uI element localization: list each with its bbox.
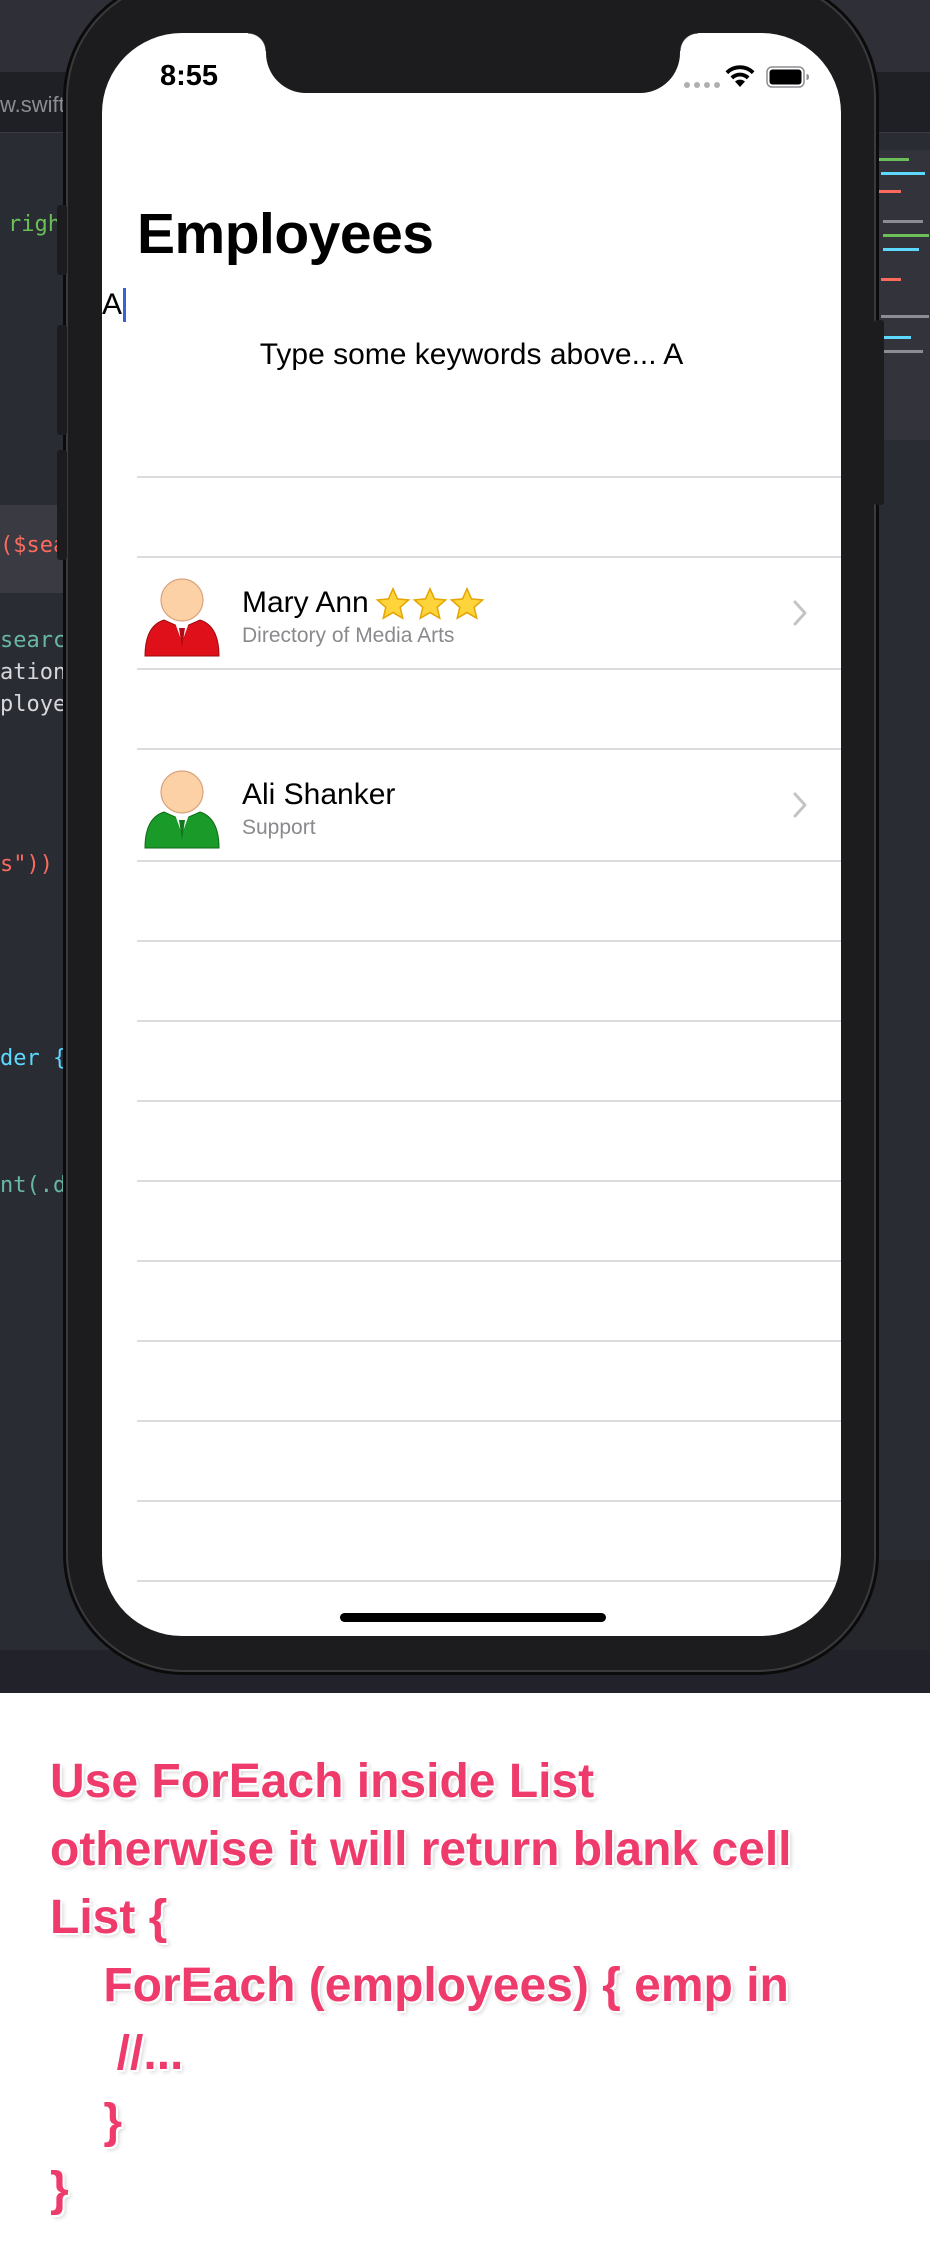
- wifi-icon: [725, 65, 755, 87]
- avatar-icon: [144, 770, 220, 849]
- search-hint: Type some keywords above... A: [259, 338, 684, 371]
- list-separator: [137, 668, 841, 670]
- phone-side-button: [874, 320, 884, 505]
- phone-mute-switch: [57, 205, 67, 275]
- search-input[interactable]: A: [102, 283, 127, 327]
- text-caret: [123, 288, 127, 322]
- page-title: Employees: [137, 202, 434, 266]
- list-separator: [137, 1100, 841, 1102]
- caption-line: //...: [50, 2027, 184, 2080]
- list-separator: [137, 860, 841, 862]
- list-separator: [137, 1500, 841, 1502]
- code-fragment: ploye: [0, 692, 67, 717]
- phone-volume-up: [57, 325, 67, 435]
- employee-department: Support: [242, 816, 316, 839]
- caption-line: ForEach (employees) { emp in: [50, 1959, 789, 2012]
- code-fragment: der {: [0, 1046, 67, 1071]
- employee-name: Ali Shanker: [242, 778, 396, 811]
- list-separator: [137, 1020, 841, 1022]
- caption-line: Use ForEach inside List: [50, 1755, 595, 1808]
- employee-row[interactable]: Mary Ann Directory of Media Arts: [137, 559, 841, 669]
- home-indicator[interactable]: [340, 1613, 606, 1622]
- list-separator: [137, 556, 841, 558]
- caption-line: }: [50, 2095, 123, 2148]
- notch: [248, 33, 698, 93]
- employee-department: Directory of Media Arts: [242, 624, 455, 647]
- list-separator: [137, 940, 841, 942]
- list-separator: [137, 476, 841, 478]
- caption-line: List {: [50, 1891, 168, 1944]
- status-time: 8:55: [160, 60, 219, 92]
- caption-line: otherwise it will return blank cell: [50, 1823, 792, 1876]
- phone-screen: 8:55 Employees A Type some keywords abov…: [102, 33, 841, 1636]
- employee-name: Mary Ann: [242, 586, 486, 622]
- signal-icon: [684, 82, 720, 88]
- phone-volume-down: [57, 450, 67, 560]
- star-icon: [412, 586, 448, 620]
- chevron-right-icon: [793, 792, 807, 818]
- chevron-right-icon: [793, 600, 807, 626]
- code-fragment: s")): [0, 852, 53, 877]
- avatar-icon: [144, 578, 220, 657]
- list-separator: [137, 1420, 841, 1422]
- list-separator: [137, 748, 841, 750]
- star-icon: [449, 586, 485, 620]
- employee-row[interactable]: Ali Shanker Support: [137, 751, 841, 861]
- code-fragment: nt(.d: [0, 1173, 67, 1198]
- battery-icon: [766, 66, 809, 88]
- list-separator: [137, 1260, 841, 1262]
- star-icon: [375, 586, 411, 620]
- rating-stars: [375, 586, 486, 622]
- code-fragment: ation: [0, 660, 67, 685]
- list-separator: [137, 1580, 841, 1582]
- search-input-value: A: [102, 288, 123, 321]
- caption-annotation: Use ForEach inside List otherwise it wil…: [50, 1748, 910, 2224]
- caption-line: }: [50, 2163, 69, 2216]
- list-separator: [137, 1340, 841, 1342]
- xcode-file-tab[interactable]: w.swift: [0, 92, 65, 118]
- employee-name-text: Mary Ann: [242, 586, 369, 619]
- code-fragment: righ: [8, 212, 61, 237]
- list-separator: [137, 1180, 841, 1182]
